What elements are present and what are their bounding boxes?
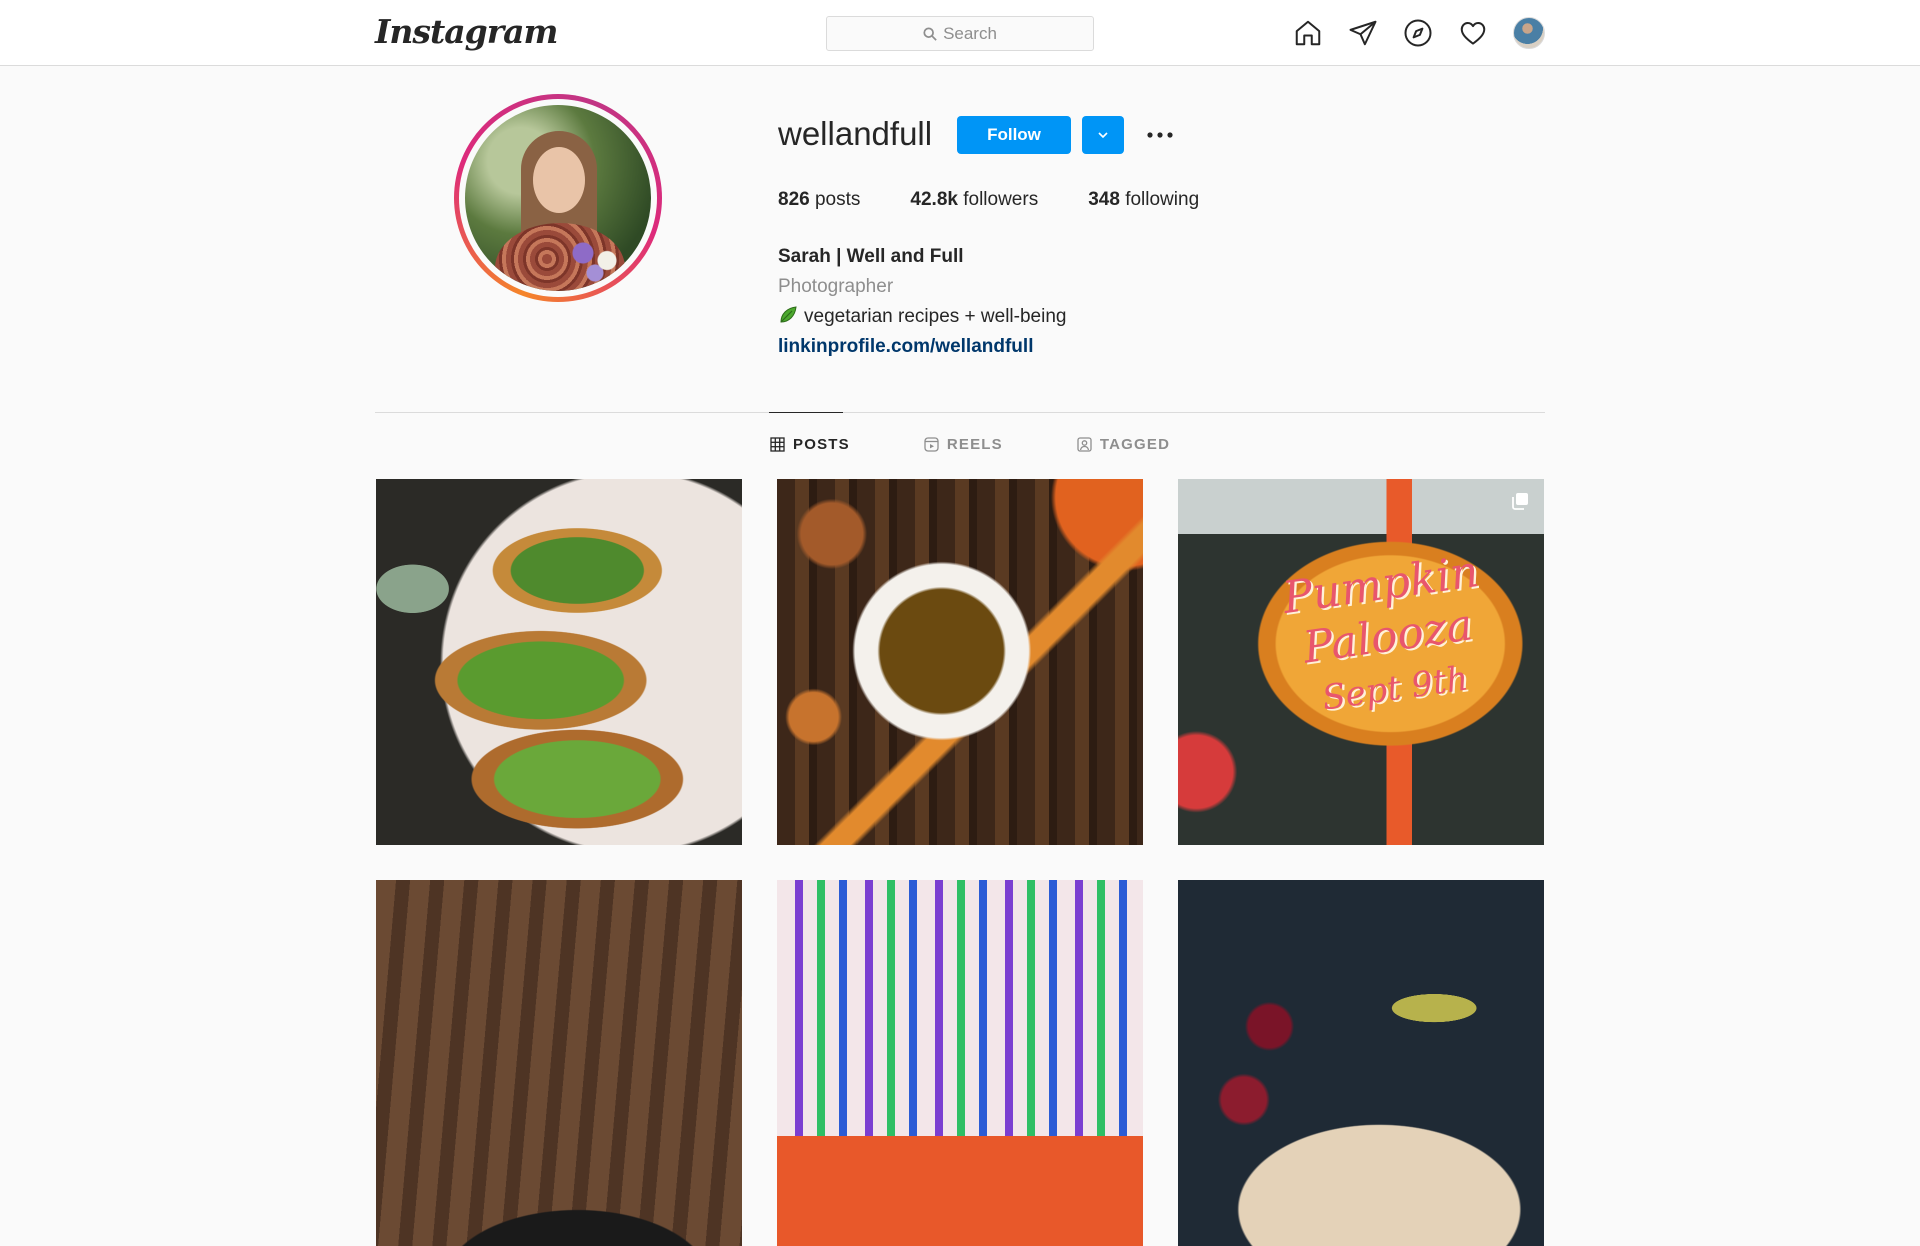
post-thumbnail[interactable] xyxy=(376,880,742,1246)
leaf-icon xyxy=(780,306,797,323)
posts-label: posts xyxy=(814,189,861,210)
suggested-accounts-button[interactable] xyxy=(1082,116,1124,154)
follow-button[interactable]: Follow xyxy=(957,116,1071,154)
post-thumbnail[interactable]: Pumpkin Palooza Sept 9th xyxy=(1178,479,1544,845)
top-navigation-bar: Instagram Search xyxy=(0,0,1920,66)
profile-photo xyxy=(465,105,651,291)
more-options-icon xyxy=(1147,132,1173,138)
search-input[interactable]: Search xyxy=(826,16,1094,51)
reels-icon xyxy=(924,437,939,452)
tab-reels[interactable]: REELS xyxy=(924,436,1003,453)
posts-count-stat: 826 posts xyxy=(778,189,860,211)
tabs-divider xyxy=(375,412,1545,413)
profile-category: Photographer xyxy=(778,276,894,297)
following-count: 348 xyxy=(1088,189,1120,210)
post-thumbnail[interactable] xyxy=(777,880,1143,1246)
tab-posts[interactable]: POSTS xyxy=(770,436,850,453)
home-icon[interactable] xyxy=(1293,18,1323,48)
explore-icon[interactable] xyxy=(1403,18,1433,48)
direct-messages-icon[interactable] xyxy=(1348,18,1378,48)
profile-display-name: Sarah | Well and Full xyxy=(778,246,964,267)
followers-stat[interactable]: 42.8k followers xyxy=(910,189,1038,211)
post-thumbnail[interactable] xyxy=(376,479,742,845)
profile-username: wellandfull xyxy=(778,115,933,152)
tab-reels-label: REELS xyxy=(946,436,1003,453)
more-options-button[interactable] xyxy=(1146,124,1174,146)
instagram-logo[interactable]: Instagram xyxy=(375,12,558,51)
followers-label: followers xyxy=(963,189,1039,210)
post-thumbnail[interactable] xyxy=(1178,880,1544,1246)
profile-external-link[interactable]: linkinprofile.com/wellandfull xyxy=(778,336,1033,357)
post-sign-text: Pumpkin Palooza Sept 9th xyxy=(1229,539,1544,735)
tab-posts-label: POSTS xyxy=(793,436,850,453)
tab-tagged-label: TAGGED xyxy=(1099,436,1171,453)
profile-bio: Sarah | Well and Full Photographer veget… xyxy=(778,242,1066,362)
tab-tagged[interactable]: TAGGED xyxy=(1077,436,1170,453)
photo-flowers xyxy=(565,233,625,283)
active-tab-indicator xyxy=(769,412,843,413)
following-label: following xyxy=(1125,189,1200,210)
photo-face xyxy=(533,147,585,213)
following-stat[interactable]: 348 following xyxy=(1088,189,1199,211)
posts-count: 826 xyxy=(778,189,810,210)
bio-line: vegetarian recipes + well-being xyxy=(778,302,1066,332)
profile-avatar-ring[interactable] xyxy=(454,94,662,302)
search-placeholder: Search xyxy=(943,23,997,43)
carousel-icon xyxy=(1512,493,1528,510)
chevron-down-icon xyxy=(1098,132,1108,139)
profile-tabs: POSTS REELS TAGGED xyxy=(770,436,1170,453)
followers-count: 42.8k xyxy=(910,189,958,210)
activity-heart-icon[interactable] xyxy=(1458,18,1488,48)
profile-stats: 826 posts 42.8k followers 348 following xyxy=(778,189,1249,211)
post-thumbnail[interactable] xyxy=(777,479,1143,845)
profile-avatar[interactable] xyxy=(1513,17,1545,49)
grid-icon xyxy=(770,437,785,452)
nav-icons xyxy=(1293,17,1545,49)
tagged-icon xyxy=(1077,437,1092,452)
bio-text: vegetarian recipes + well-being xyxy=(804,306,1067,327)
search-icon xyxy=(923,26,937,41)
